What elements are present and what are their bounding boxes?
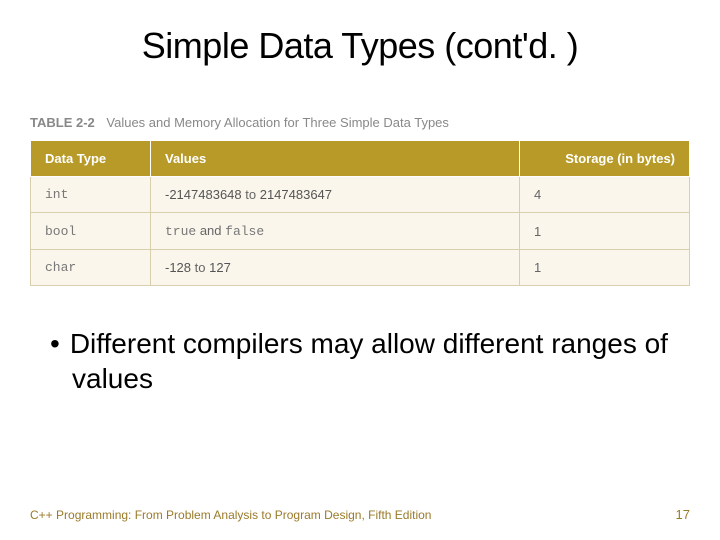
cell-type: char [31,250,151,286]
value-max: 127 [209,260,231,275]
bullet-list: Different compilers may allow different … [50,326,670,396]
col-header-values: Values [151,141,520,177]
bullet-item: Different compilers may allow different … [50,326,670,396]
col-header-type: Data Type [31,141,151,177]
table-row: bool true and false 1 [31,213,690,250]
col-header-storage: Storage (in bytes) [520,141,690,177]
value-joiner: and [196,223,225,238]
page-number: 17 [676,507,690,522]
cell-storage: 1 [520,250,690,286]
value-joiner: to [191,260,209,275]
value-false: false [225,224,264,239]
cell-values: -128 to 127 [151,250,520,286]
cell-type: int [31,177,151,213]
table-row: char -128 to 127 1 [31,250,690,286]
table-row: int -2147483648 to 2147483647 4 [31,177,690,213]
cell-values: true and false [151,213,520,250]
value-max: 2147483647 [260,187,332,202]
data-types-table: Data Type Values Storage (in bytes) int … [30,140,690,286]
table-block: TABLE 2-2 Values and Memory Allocation f… [30,115,690,286]
value-joiner: to [242,187,260,202]
slide-footer: C++ Programming: From Problem Analysis t… [30,507,690,522]
footer-source: C++ Programming: From Problem Analysis t… [30,508,431,522]
cell-values: -2147483648 to 2147483647 [151,177,520,213]
cell-storage: 1 [520,213,690,250]
table-caption-text: Values and Memory Allocation for Three S… [106,115,449,130]
value-min: -2147483648 [165,187,242,202]
value-min: -128 [165,260,191,275]
slide-title: Simple Data Types (cont'd. ) [0,25,720,67]
table-caption: TABLE 2-2 Values and Memory Allocation f… [30,115,690,130]
cell-storage: 4 [520,177,690,213]
value-true: true [165,224,196,239]
table-header-row: Data Type Values Storage (in bytes) [31,141,690,177]
cell-type: bool [31,213,151,250]
table-label: TABLE 2-2 [30,115,95,130]
slide: Simple Data Types (cont'd. ) TABLE 2-2 V… [0,0,720,540]
